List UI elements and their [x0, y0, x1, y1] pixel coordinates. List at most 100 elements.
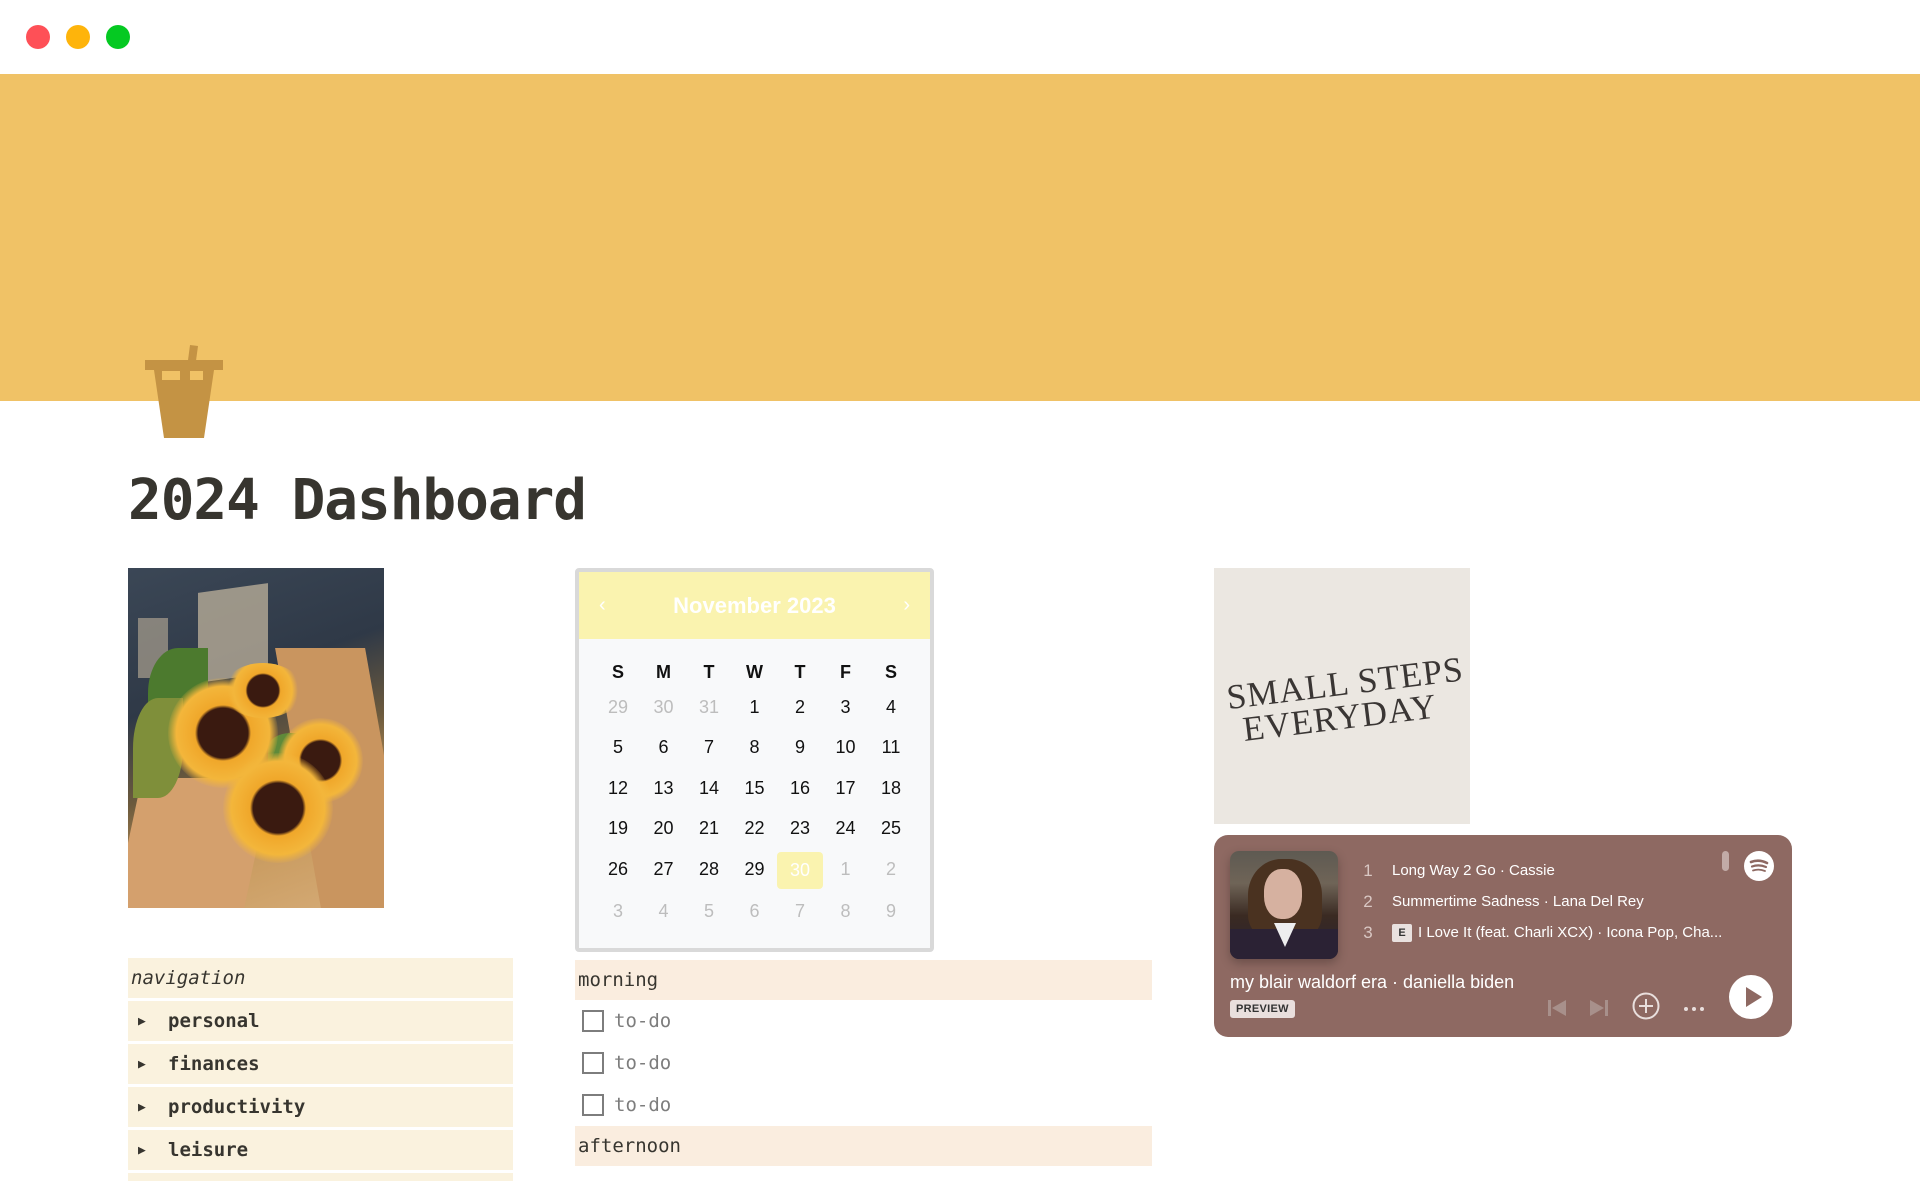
triangle-right-icon[interactable]: ▶ — [138, 1143, 160, 1158]
calendar-header: ‹ November 2023 › — [579, 572, 930, 639]
page-title: 2024 Dashboard — [128, 468, 587, 533]
calendar-day[interactable]: 3 — [823, 687, 869, 728]
weekday-header: W — [746, 661, 763, 682]
navigation-panel: navigation ▶ personal ▶ finances ▶ produ… — [128, 958, 513, 1181]
calendar-day[interactable]: 13 — [641, 768, 687, 809]
todo-item: to-do — [575, 1000, 1152, 1042]
triangle-right-icon[interactable]: ▶ — [138, 1057, 160, 1072]
todo-checkbox[interactable] — [582, 1010, 604, 1032]
weekday-header: T — [794, 661, 806, 682]
calendar-day[interactable]: 30 — [641, 687, 687, 728]
minimize-window-button[interactable] — [66, 25, 90, 49]
track-row[interactable]: 1 Long Way 2 Go · Cassie — [1354, 855, 1734, 886]
calendar-day[interactable]: 15 — [732, 768, 778, 809]
cover-art-detail — [1264, 869, 1302, 919]
track-title: Summertime Sadness · Lana Del Rey — [1392, 893, 1644, 910]
play-icon — [1746, 987, 1762, 1007]
track-list-scrollbar[interactable] — [1722, 851, 1729, 871]
calendar-day[interactable]: 5 — [686, 892, 732, 933]
window-titlebar — [0, 0, 1920, 74]
nav-item-label: leisure — [168, 1139, 249, 1161]
calendar-day[interactable]: 10 — [823, 728, 869, 769]
preview-badge: PREVIEW — [1230, 1000, 1295, 1018]
spotify-logo-icon[interactable] — [1744, 851, 1774, 881]
triangle-right-icon[interactable]: ▶ — [138, 1014, 160, 1029]
todo-checkbox[interactable] — [582, 1052, 604, 1074]
todo-label[interactable]: to-do — [614, 1094, 671, 1116]
nav-item-label: personal — [168, 1010, 260, 1032]
add-to-library-icon[interactable] — [1631, 991, 1661, 1026]
weekday-header: F — [840, 661, 851, 682]
calendar-day[interactable]: 18 — [868, 768, 914, 809]
todo-label[interactable]: to-do — [614, 1010, 671, 1032]
calendar-day[interactable]: 1 — [823, 849, 869, 890]
calendar-day[interactable]: 9 — [777, 728, 823, 769]
track-row[interactable]: 2 Summertime Sadness · Lana Del Rey — [1354, 886, 1734, 917]
todo-checkbox[interactable] — [582, 1094, 604, 1116]
todo-label[interactable]: to-do — [614, 1052, 671, 1074]
calendar-day[interactable]: 4 — [641, 892, 687, 933]
calendar-day[interactable]: 26 — [595, 849, 641, 890]
playlist-title[interactable]: my blair waldorf era · daniella biden — [1230, 972, 1514, 993]
calendar-day[interactable]: 29 — [595, 687, 641, 728]
calendar-day[interactable]: 21 — [686, 809, 732, 850]
more-options-icon[interactable] — [1682, 1001, 1706, 1019]
calendar-day[interactable]: 11 — [868, 728, 914, 769]
calendar-day[interactable]: 16 — [777, 768, 823, 809]
calendar-day[interactable]: 8 — [732, 728, 778, 769]
calendar-month-label: November 2023 — [673, 592, 836, 618]
calendar-day[interactable]: 4 — [868, 687, 914, 728]
calendar-day-today[interactable]: 30 — [777, 852, 823, 889]
nav-toggle-productivity[interactable]: ▶ productivity — [128, 1087, 513, 1127]
next-track-icon[interactable] — [1588, 997, 1610, 1024]
track-row[interactable]: 4 Cinnamon Girl · Lana Del Rey — [1354, 948, 1734, 951]
track-row[interactable]: 3 E I Love It (feat. Charli XCX) · Icona… — [1354, 917, 1734, 948]
prev-month-button[interactable]: ‹ — [599, 594, 606, 617]
triangle-right-icon[interactable]: ▶ — [138, 1100, 160, 1115]
calendar-day[interactable]: 31 — [686, 687, 732, 728]
nav-toggle-finances[interactable]: ▶ finances — [128, 1044, 513, 1084]
calendar-day[interactable]: 25 — [868, 809, 914, 850]
calendar-day[interactable]: 6 — [641, 728, 687, 769]
calendar-day[interactable]: 9 — [868, 892, 914, 933]
calendar-day[interactable]: 7 — [686, 728, 732, 769]
calendar-day[interactable]: 17 — [823, 768, 869, 809]
calendar-day[interactable]: 24 — [823, 809, 869, 850]
afternoon-heading: afternoon — [575, 1126, 1152, 1166]
play-button[interactable] — [1729, 975, 1773, 1019]
quote-image[interactable]: SMALL STEPS EVERYDAY — [1214, 568, 1470, 824]
photo-detail — [223, 663, 303, 718]
next-month-button[interactable]: › — [903, 594, 910, 617]
todo-item: to-do — [575, 1042, 1152, 1084]
page-cover[interactable] — [0, 74, 1920, 401]
track-title: Long Way 2 Go · Cassie — [1392, 862, 1555, 879]
calendar-day[interactable]: 1 — [732, 687, 778, 728]
calendar-day[interactable]: 20 — [641, 809, 687, 850]
previous-track-icon[interactable] — [1546, 997, 1568, 1024]
nav-toggle-personal[interactable]: ▶ personal — [128, 1001, 513, 1041]
calendar-day[interactable]: 29 — [732, 849, 778, 890]
close-window-button[interactable] — [26, 25, 50, 49]
nav-item-label: finances — [168, 1053, 260, 1075]
calendar-day[interactable]: 5 — [595, 728, 641, 769]
calendar-day[interactable]: 22 — [732, 809, 778, 850]
calendar-day[interactable]: 14 — [686, 768, 732, 809]
calendar-day[interactable]: 6 — [732, 892, 778, 933]
calendar-day[interactable]: 8 — [823, 892, 869, 933]
calendar-day[interactable]: 2 — [868, 849, 914, 890]
nav-toggle-leisure[interactable]: ▶ leisure — [128, 1130, 513, 1170]
calendar-day[interactable]: 27 — [641, 849, 687, 890]
calendar-day[interactable]: 12 — [595, 768, 641, 809]
calendar-day[interactable]: 19 — [595, 809, 641, 850]
calendar-day[interactable]: 23 — [777, 809, 823, 850]
calendar-day[interactable]: 7 — [777, 892, 823, 933]
maximize-window-button[interactable] — [106, 25, 130, 49]
calendar-day[interactable]: 3 — [595, 892, 641, 933]
calendar-day[interactable]: 28 — [686, 849, 732, 890]
calendar-day[interactable]: 2 — [777, 687, 823, 728]
track-number: 1 — [1363, 860, 1373, 880]
sunflower-photo[interactable] — [128, 568, 384, 908]
iced-coffee-cup-icon[interactable] — [140, 340, 230, 440]
track-list[interactable]: 1 Long Way 2 Go · Cassie 2 Summertime Sa… — [1354, 855, 1734, 951]
playlist-cover-art[interactable] — [1230, 851, 1338, 959]
